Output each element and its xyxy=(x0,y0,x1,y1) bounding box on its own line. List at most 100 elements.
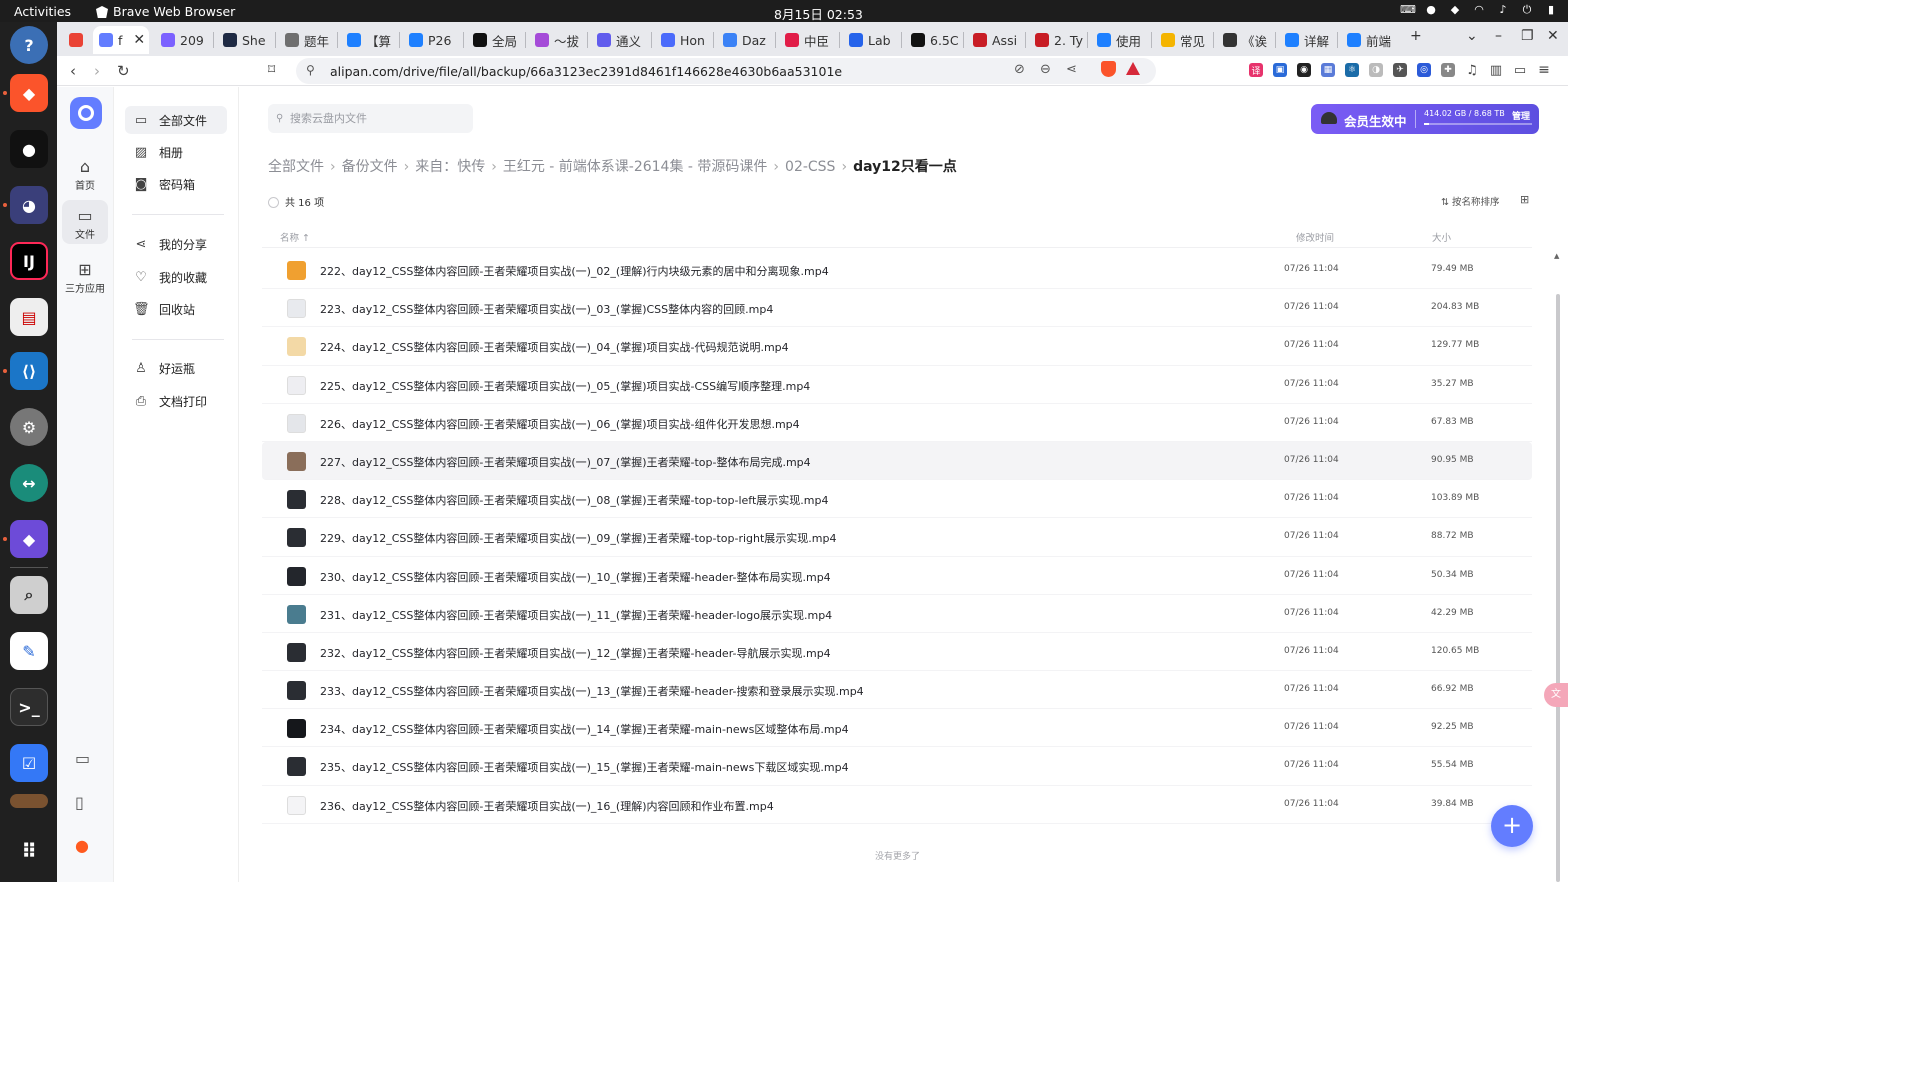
browser-tab[interactable]: Hon xyxy=(655,26,709,54)
promo-icon[interactable]: ● xyxy=(75,836,89,855)
browser-tab[interactable]: 前端 xyxy=(1341,26,1395,54)
browser-tab[interactable]: She xyxy=(217,26,271,54)
reader-app-icon[interactable]: ▤ xyxy=(10,298,48,336)
table-row[interactable]: 226、day12_CSS整体内容回顾-王者荣耀项目实战(一)_06_(掌握)项… xyxy=(262,404,1532,442)
file-name[interactable]: 236、day12_CSS整体内容回顾-王者荣耀项目实战(一)_16_(理解)内… xyxy=(320,798,774,814)
extension-icon[interactable]: ▣ xyxy=(1273,63,1287,77)
browser-tab[interactable]: Daz xyxy=(717,26,771,54)
col-size-header[interactable]: 大小 xyxy=(1432,230,1451,244)
help-app-icon[interactable]: ? xyxy=(10,26,48,64)
file-name[interactable]: 226、day12_CSS整体内容回顾-王者荣耀项目实战(一)_06_(掌握)项… xyxy=(320,416,800,432)
forward-button[interactable]: › xyxy=(94,62,100,80)
new-tab-button[interactable]: + xyxy=(1410,28,1422,44)
browser-tab[interactable]: 〜拔 xyxy=(529,26,583,54)
browser-tab[interactable]: f ✕ xyxy=(93,26,149,54)
app-menu[interactable]: Brave Web Browser xyxy=(96,4,235,19)
col-name-header[interactable]: 名称 ↑ xyxy=(280,230,310,244)
table-row[interactable]: 236、day12_CSS整体内容回顾-王者荣耀项目实战(一)_16_(理解)内… xyxy=(262,786,1532,824)
browser-tab[interactable]: 209 xyxy=(155,26,209,54)
sidebar-item-luck[interactable]: ♙ 好运瓶 xyxy=(125,354,227,382)
sidebar-item-trash[interactable]: 🗑 回收站 xyxy=(125,295,227,323)
browser-tab[interactable]: 中臣 xyxy=(779,26,833,54)
file-name[interactable]: 235、day12_CSS整体内容回顾-王者荣耀项目实战(一)_15_(掌握)王… xyxy=(320,759,849,775)
sidebar-item-safe[interactable]: ◙ 密码箱 xyxy=(125,170,227,198)
media-icon[interactable]: ♫ xyxy=(1465,63,1479,78)
alipan-logo-icon[interactable] xyxy=(70,97,102,129)
misc-app-icon[interactable] xyxy=(10,794,48,808)
browser-tab[interactable]: 全局 xyxy=(467,26,521,54)
table-row[interactable]: 232、day12_CSS整体内容回顾-王者荣耀项目实战(一)_12_(掌握)王… xyxy=(262,633,1532,672)
reader-off-icon[interactable]: ⊘ xyxy=(1014,62,1025,77)
extension-icon[interactable]: ◎ xyxy=(1417,63,1431,77)
file-name[interactable]: 227、day12_CSS整体内容回顾-王者荣耀项目实战(一)_07_(掌握)王… xyxy=(320,454,811,470)
table-row[interactable]: 234、day12_CSS整体内容回顾-王者荣耀项目实战(一)_14_(掌握)王… xyxy=(262,709,1532,748)
table-row[interactable]: 224、day12_CSS整体内容回顾-王者荣耀项目实战(一)_04_(掌握)项… xyxy=(262,327,1532,366)
table-row[interactable]: 228、day12_CSS整体内容回顾-王者荣耀项目实战(一)_08_(掌握)王… xyxy=(262,480,1532,519)
sidebar-item-album[interactable]: ▨ 相册 xyxy=(125,138,227,166)
browser-tab[interactable] xyxy=(63,26,89,54)
file-name[interactable]: 225、day12_CSS整体内容回顾-王者荣耀项目实战(一)_05_(掌握)项… xyxy=(320,378,810,394)
browser-tab[interactable]: 通义 xyxy=(591,26,645,54)
sort-button[interactable]: ⇅ 按名称排序 xyxy=(1441,194,1500,208)
show-apps-icon[interactable]: ⠿ xyxy=(10,832,48,870)
sidebar-item-share[interactable]: ⋖ 我的分享 xyxy=(125,230,227,258)
qq-app-icon[interactable]: ● xyxy=(10,130,48,168)
browser-tab[interactable]: Assi xyxy=(967,26,1021,54)
browser-tab[interactable]: 题年 xyxy=(279,26,333,54)
sidebar-item-all-files[interactable]: ▭ 全部文件 xyxy=(125,106,227,134)
file-name[interactable]: 222、day12_CSS整体内容回顾-王者荣耀项目实战(一)_02_(理解)行… xyxy=(320,263,829,279)
tab-close-icon[interactable]: ✕ xyxy=(133,32,145,48)
breadcrumb-item[interactable]: 02-CSS xyxy=(785,159,835,175)
table-row[interactable]: 225、day12_CSS整体内容回顾-王者荣耀项目实战(一)_05_(掌握)项… xyxy=(262,366,1532,404)
sidebar-item-favorites[interactable]: ♡ 我的收藏 xyxy=(125,263,227,291)
browser-tab[interactable]: 常见 xyxy=(1155,26,1209,54)
table-row[interactable]: 227、day12_CSS整体内容回顾-王者荣耀项目实战(一)_07_(掌握)王… xyxy=(262,441,1532,481)
scrollbar[interactable]: ▲ xyxy=(1554,252,1561,882)
breadcrumb-item[interactable]: 全部文件 xyxy=(268,159,324,175)
breadcrumb-item[interactable]: 来自：快传 xyxy=(415,159,485,175)
file-name[interactable]: 231、day12_CSS整体内容回顾-王者荣耀项目实战(一)_11_(掌握)王… xyxy=(320,607,832,623)
table-row[interactable]: 231、day12_CSS整体内容回顾-王者荣耀项目实战(一)_11_(掌握)王… xyxy=(262,595,1532,633)
scrollbar-thumb[interactable] xyxy=(1556,294,1560,882)
extension-icon[interactable]: ◉ xyxy=(1297,63,1311,77)
sidebar-toggle-icon[interactable]: ▥ xyxy=(1489,63,1503,78)
file-name[interactable]: 230、day12_CSS整体内容回顾-王者荣耀项目实战(一)_10_(掌握)王… xyxy=(320,569,831,585)
rail-files[interactable]: ▭ 文件 xyxy=(62,200,108,244)
intellij-app-icon[interactable]: IJ xyxy=(10,242,48,280)
vscode-app-icon[interactable]: ⟨⟩ xyxy=(10,352,48,390)
vip-banner[interactable]: 会员生效中 414.02 GB / 8.68 TB 管理 xyxy=(1311,104,1539,134)
back-button[interactable]: ‹ xyxy=(70,62,76,80)
file-name[interactable]: 228、day12_CSS整体内容回顾-王者荣耀项目实战(一)_08_(掌握)王… xyxy=(320,492,828,508)
table-row[interactable]: 229、day12_CSS整体内容回顾-王者荣耀项目实战(一)_09_(掌握)王… xyxy=(262,518,1532,557)
sidebar-item-print[interactable]: ⎙ 文档打印 xyxy=(125,387,227,415)
browser-tab[interactable]: Lab xyxy=(843,26,897,54)
extension-icon[interactable]: ✈ xyxy=(1393,63,1407,77)
extension-icon[interactable]: ▦ xyxy=(1321,63,1335,77)
table-row[interactable]: 222、day12_CSS整体内容回顾-王者荣耀项目实战(一)_02_(理解)行… xyxy=(262,251,1532,290)
maximize-button[interactable]: ❐ xyxy=(1521,28,1534,44)
breadcrumb-item[interactable]: 备份文件 xyxy=(342,159,398,175)
select-all[interactable]: 共 16 项 xyxy=(268,194,324,209)
browser-tab[interactable]: P26 xyxy=(403,26,457,54)
browser-tab[interactable]: 【算 xyxy=(341,26,395,54)
obsidian-app-icon[interactable]: ◆ xyxy=(10,520,48,558)
system-tray[interactable]: ⌨ ● ◆ ◠ ♪ ⏻ ▮ xyxy=(1400,3,1558,17)
tab-search-chevron-icon[interactable]: ⌄ xyxy=(1466,28,1478,44)
zoom-icon[interactable]: ⊖ xyxy=(1040,62,1051,77)
cat-app-icon[interactable]: ◕ xyxy=(10,186,48,224)
select-all-checkbox[interactable] xyxy=(268,197,279,208)
settings-app-icon[interactable]: ⚙ xyxy=(10,408,48,446)
browser-tab[interactable]: 6.5C xyxy=(905,26,959,54)
site-info-icon[interactable]: ⚲ xyxy=(306,63,315,77)
scroll-up-icon[interactable]: ▲ xyxy=(1554,252,1559,260)
brave-app-icon[interactable]: ◆ xyxy=(10,74,48,112)
desktop-app-icon[interactable]: ▭ xyxy=(75,749,90,768)
menu-icon[interactable]: ≡ xyxy=(1537,62,1551,78)
tasks-app-icon[interactable]: ☑ xyxy=(10,744,48,782)
file-name[interactable]: 232、day12_CSS整体内容回顾-王者荣耀项目实战(一)_12_(掌握)王… xyxy=(320,645,831,661)
grid-view-icon[interactable]: ⊞ xyxy=(1520,193,1529,206)
screenshot-app-icon[interactable]: ⌕ xyxy=(10,576,48,614)
table-row[interactable]: 233、day12_CSS整体内容回顾-王者荣耀项目实战(一)_13_(掌握)王… xyxy=(262,671,1532,710)
manage-button[interactable]: 管理 xyxy=(1512,109,1530,122)
search-input[interactable]: ⚲ 搜索云盘内文件 xyxy=(268,104,473,133)
